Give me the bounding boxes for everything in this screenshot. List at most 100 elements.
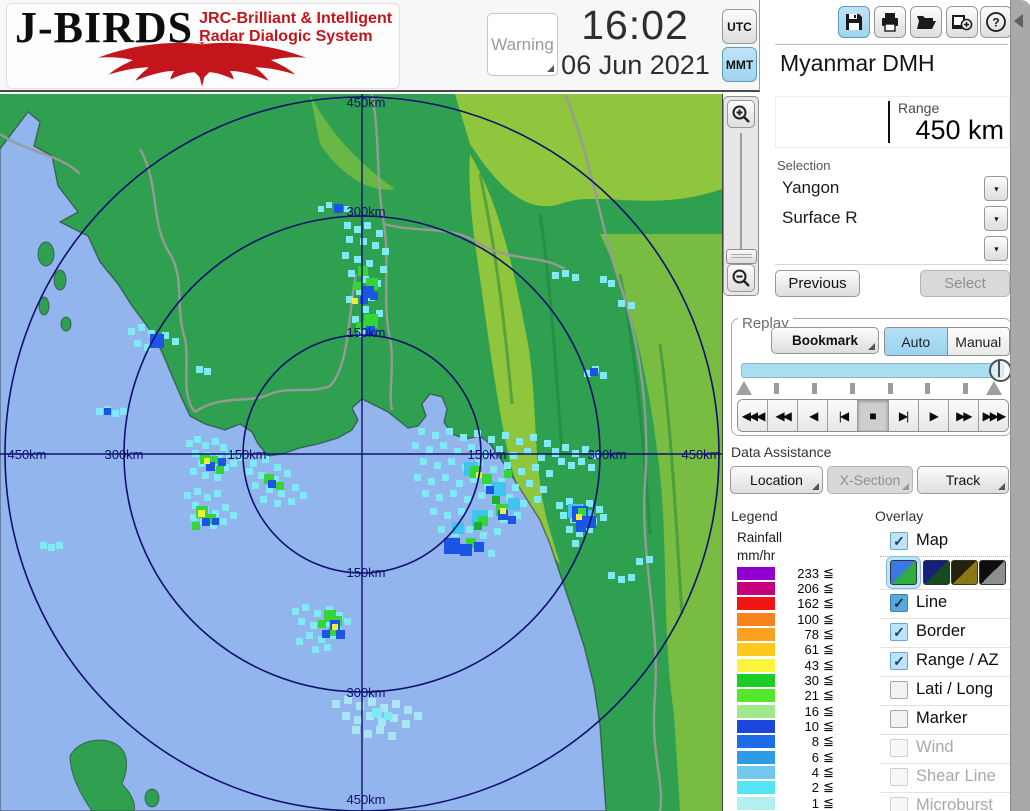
step-forward-button[interactable]: ▶| bbox=[888, 400, 918, 431]
dropdown-value: Surface R bbox=[782, 208, 858, 228]
replay-mode-switch: Auto Manual bbox=[884, 327, 1010, 356]
dropdown-arrow-button[interactable]: ▼ bbox=[984, 206, 1008, 231]
zoom-in-button[interactable] bbox=[727, 100, 755, 128]
checkbox-range-az[interactable]: ✓ bbox=[890, 652, 908, 670]
dropdown-arrow-button[interactable]: ▼ bbox=[984, 176, 1008, 201]
legend-swatch bbox=[737, 751, 775, 764]
legend-swatch bbox=[737, 781, 775, 794]
add-image-icon bbox=[951, 12, 973, 32]
svg-text:150km: 150km bbox=[467, 447, 506, 462]
checkbox-lati-long[interactable] bbox=[890, 681, 908, 699]
play-reverse-button[interactable]: ◀ bbox=[797, 400, 827, 431]
lte-symbol: ≦ bbox=[823, 704, 834, 719]
track-button[interactable]: Track bbox=[917, 466, 1009, 494]
location-button[interactable]: Location bbox=[730, 466, 823, 494]
radar-map[interactable]: 450km 300km 150km 150km 300km 450km 450k… bbox=[0, 94, 723, 811]
slider-start-marker[interactable] bbox=[736, 381, 752, 395]
overlay-item-label: Map bbox=[916, 531, 948, 550]
map-style-swatch-3[interactable] bbox=[951, 560, 978, 585]
legend-swatch bbox=[737, 735, 775, 748]
overlay-item-label: Line bbox=[916, 593, 947, 612]
legend-swatch bbox=[737, 720, 775, 733]
overlay-item-microburst: Microburst bbox=[880, 793, 1010, 811]
clock-date: 06 Jun 2021 bbox=[548, 50, 723, 81]
rewind-fast-button[interactable]: ◀◀◀ bbox=[738, 400, 767, 431]
map-style-swatch-2[interactable] bbox=[923, 560, 950, 585]
collapse-arrow-icon bbox=[1014, 14, 1023, 28]
open-folder-button[interactable] bbox=[910, 6, 942, 38]
overlay-item-line[interactable]: ✓ Line bbox=[880, 590, 1010, 619]
help-button[interactable]: ? bbox=[980, 6, 1012, 38]
zoom-slider-handle[interactable] bbox=[726, 249, 757, 264]
step-back-button[interactable]: |◀ bbox=[827, 400, 857, 431]
jbirds-window: 450km 300km 150km 150km 300km 450km 450k… bbox=[0, 0, 1030, 811]
slider-end-marker[interactable] bbox=[986, 381, 1002, 395]
map-style-swatch-1[interactable] bbox=[890, 560, 917, 585]
legend-swatch bbox=[737, 705, 775, 718]
x-section-label: X-Section bbox=[840, 472, 901, 488]
legend-value: 162 bbox=[779, 596, 819, 611]
panel-collapse-strip[interactable] bbox=[1010, 0, 1030, 811]
legend-value: 233 bbox=[779, 566, 819, 581]
checkbox-border[interactable]: ✓ bbox=[890, 623, 908, 641]
legend-value: 206 bbox=[779, 581, 819, 596]
x-section-button[interactable]: X-Section bbox=[827, 466, 913, 494]
svg-text:300km: 300km bbox=[587, 447, 626, 462]
utc-button[interactable]: UTC bbox=[722, 9, 757, 44]
legend-value: 4 bbox=[779, 765, 819, 780]
lte-symbol: ≦ bbox=[823, 734, 834, 749]
rewind-button[interactable]: ◀◀ bbox=[767, 400, 797, 431]
overlay-item-lati-long[interactable]: Lati / Long bbox=[880, 677, 1010, 706]
legend-value: 61 bbox=[779, 642, 819, 657]
add-image-button[interactable] bbox=[946, 6, 978, 38]
overlay-item-label: Wind bbox=[916, 738, 954, 757]
save-button[interactable] bbox=[838, 6, 870, 38]
legend-value: 78 bbox=[779, 627, 819, 642]
legend-swatch bbox=[737, 613, 775, 626]
lte-symbol: ≦ bbox=[823, 780, 834, 795]
zoom-slider-track[interactable] bbox=[740, 133, 742, 263]
mmt-button[interactable]: MMT bbox=[722, 47, 757, 82]
svg-text:150km: 150km bbox=[227, 447, 266, 462]
overlay-item-range-az[interactable]: ✓ Range / AZ bbox=[880, 648, 1010, 677]
replay-slider-handle[interactable] bbox=[989, 359, 1012, 382]
replay-slider-track[interactable] bbox=[741, 363, 1004, 378]
checkbox-line[interactable]: ✓ bbox=[890, 594, 908, 612]
dropdown-arrow-button[interactable]: ▼ bbox=[984, 236, 1008, 261]
svg-text:450km: 450km bbox=[346, 95, 385, 110]
overlay-item-map[interactable]: ✓ Map bbox=[880, 528, 1010, 557]
print-button[interactable] bbox=[874, 6, 906, 38]
bookmark-button[interactable]: Bookmark bbox=[771, 327, 879, 354]
checkbox-marker[interactable] bbox=[890, 710, 908, 728]
select-label: Select bbox=[944, 275, 986, 292]
selection-dropdown-product[interactable]: Surface R ▼ bbox=[775, 204, 1009, 235]
selection-dropdown-extra[interactable]: ▼ bbox=[775, 234, 1009, 265]
svg-text:450km: 450km bbox=[346, 792, 385, 807]
svg-text:300km: 300km bbox=[346, 204, 385, 219]
legend-row: 30≦ bbox=[737, 673, 847, 688]
zoom-out-button[interactable] bbox=[727, 264, 755, 292]
forward-fast-button[interactable]: ▶▶▶ bbox=[978, 400, 1008, 431]
header-bar: J-BIRDS JRC-Brilliant & Intelligent Rada… bbox=[0, 0, 760, 92]
legend-value: 100 bbox=[779, 612, 819, 627]
checkbox-map[interactable]: ✓ bbox=[890, 532, 908, 550]
manual-button[interactable]: Manual bbox=[947, 328, 1010, 355]
lte-symbol: ≦ bbox=[823, 642, 834, 657]
auto-button[interactable]: Auto bbox=[885, 328, 947, 355]
select-button[interactable]: Select bbox=[920, 270, 1010, 297]
overlay-item-border[interactable]: ✓ Border bbox=[880, 619, 1010, 648]
legend-swatch bbox=[737, 567, 775, 580]
overlay-item-label: Lati / Long bbox=[916, 680, 993, 699]
legend-row: 100≦ bbox=[737, 612, 847, 627]
map-style-swatch-4[interactable] bbox=[979, 560, 1006, 585]
overlay-item-marker[interactable]: Marker bbox=[880, 706, 1010, 735]
play-button[interactable]: ▶ bbox=[918, 400, 948, 431]
legend-value: 10 bbox=[779, 719, 819, 734]
legend-swatch bbox=[737, 582, 775, 595]
lte-symbol: ≦ bbox=[823, 750, 834, 765]
selection-dropdown-site[interactable]: Yangon ▼ bbox=[775, 174, 1009, 205]
stop-button[interactable]: ■ bbox=[857, 400, 887, 431]
previous-button[interactable]: Previous bbox=[775, 270, 860, 297]
forward-button[interactable]: ▶▶ bbox=[948, 400, 978, 431]
chevron-down-icon: ▼ bbox=[992, 215, 999, 223]
